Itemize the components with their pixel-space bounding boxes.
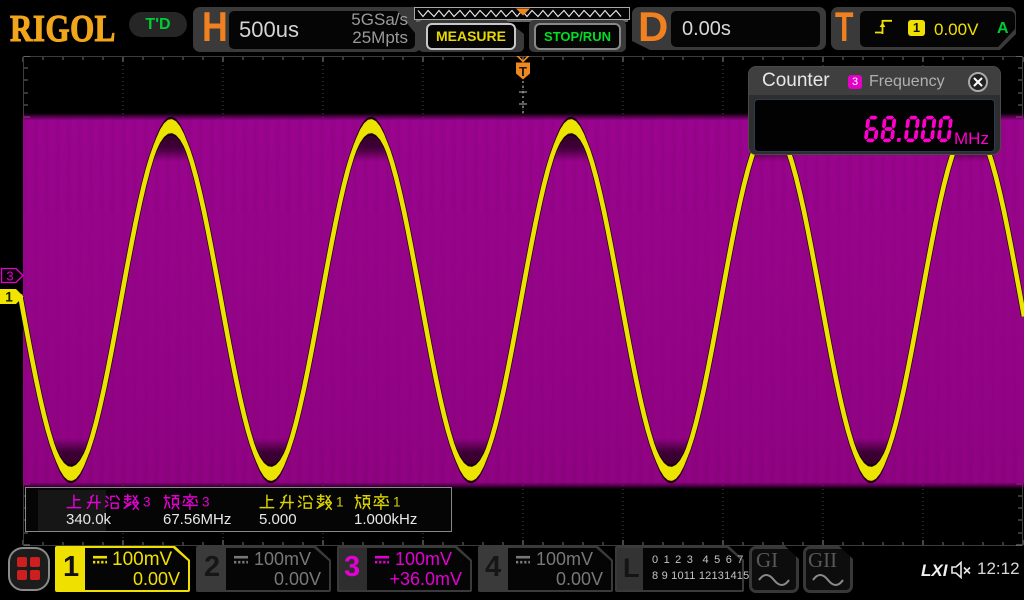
- svg-text:T: T: [519, 64, 527, 79]
- svg-text:3: 3: [6, 269, 13, 284]
- svg-text:3: 3: [143, 495, 151, 510]
- svg-text:1: 1: [393, 495, 401, 510]
- svg-text:1: 1: [5, 290, 13, 305]
- svg-text:1: 1: [336, 495, 344, 510]
- svg-text:3: 3: [202, 495, 210, 510]
